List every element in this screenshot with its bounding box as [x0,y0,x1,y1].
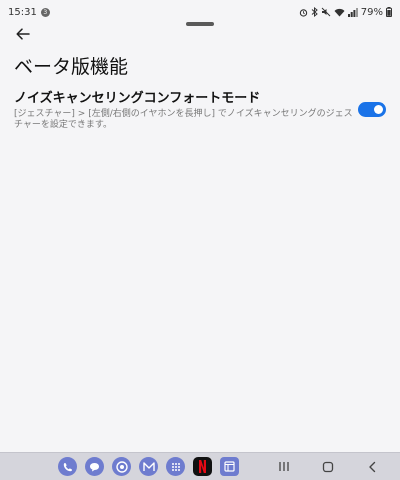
galaxy-wearable-icon[interactable] [139,457,158,476]
phone-icon[interactable] [58,457,77,476]
setting-description: [ジェスチャー] > [左側/右側のイヤホンを長押し] でノイズキャンセリングの… [14,109,353,130]
wifi-icon [334,8,345,17]
signal-icon [347,7,358,17]
setting-anc-comfort-mode[interactable]: ノイズキャンセリングコンフォートモード [ジェスチャー] > [左側/右側のイヤ… [14,90,386,132]
home-button[interactable] [320,459,336,475]
netflix-icon[interactable] [193,457,212,476]
anc-comfort-mode-toggle[interactable] [358,102,386,117]
chrome-icon[interactable] [112,457,131,476]
navigation-bar [0,452,400,480]
battery-icon [386,7,392,17]
system-navigation [276,459,380,475]
drag-handle[interactable] [186,22,214,26]
setting-title: ノイズキャンセリングコンフォートモード [14,91,261,106]
status-left: 15:31 3 [8,7,50,18]
app-drawer-icon[interactable] [166,457,185,476]
recents-icon [279,462,289,471]
status-bar: 15:31 3 79% [0,0,400,24]
back-icon [369,461,376,472]
back-button[interactable] [12,26,34,42]
nav-back-button[interactable] [364,459,380,475]
notification-badge: 3 [40,7,50,17]
battery-level: 79% [360,6,383,18]
home-icon [322,461,334,472]
page-title: ベータ版機能 [14,56,129,78]
taskbar-dock [0,457,239,476]
bluetooth-icon [311,7,318,17]
toggle-knob [374,105,383,114]
alarm-icon [299,8,308,17]
arrow-left-icon [16,28,30,40]
browser-icon[interactable] [220,457,239,476]
messages-icon[interactable] [85,457,104,476]
recents-button[interactable] [276,459,292,475]
mute-icon [321,7,331,17]
status-right: 79% [299,7,392,18]
status-time: 15:31 [8,6,37,18]
